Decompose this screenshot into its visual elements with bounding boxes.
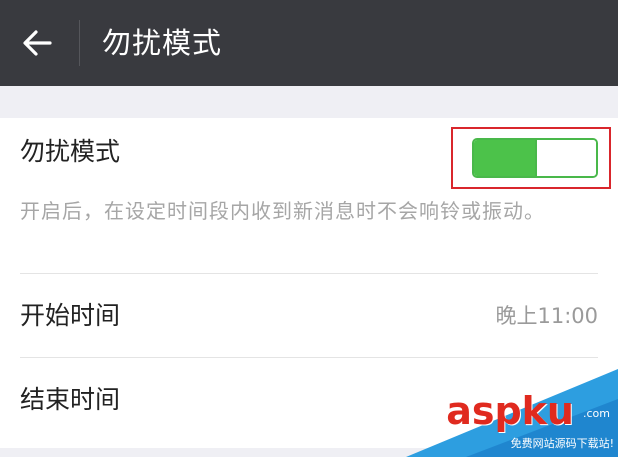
start-time-row[interactable]: 开始时间 晚上11:00 [0, 275, 618, 357]
start-time-value: 晚上11:00 [495, 304, 598, 328]
toggle-knob [535, 140, 596, 176]
watermark-tagline: 免费网站源码下载站! [510, 437, 614, 450]
divider [20, 273, 598, 274]
app-bar-divider [79, 20, 80, 66]
app-bar: 勿扰模式 [0, 0, 618, 86]
back-button[interactable] [14, 22, 60, 64]
watermark-suffix: .com [583, 407, 610, 420]
watermark-logo-text: aspku [446, 389, 574, 433]
page-title: 勿扰模式 [102, 26, 223, 60]
watermark-logo: aspku [446, 389, 574, 433]
dnd-description: 开启后，在设定时间段内收到新消息时不会响铃或振动。 [20, 199, 545, 223]
dnd-toggle[interactable] [472, 138, 598, 178]
back-arrow-icon [23, 30, 52, 56]
watermark: aspku .com 免费网站源码下载站! [406, 369, 618, 457]
toggle-fill [474, 140, 535, 176]
divider [20, 357, 598, 358]
start-time-label: 开始时间 [20, 301, 121, 330]
dnd-label: 勿扰模式 [20, 137, 121, 166]
end-time-label: 结束时间 [20, 385, 121, 414]
